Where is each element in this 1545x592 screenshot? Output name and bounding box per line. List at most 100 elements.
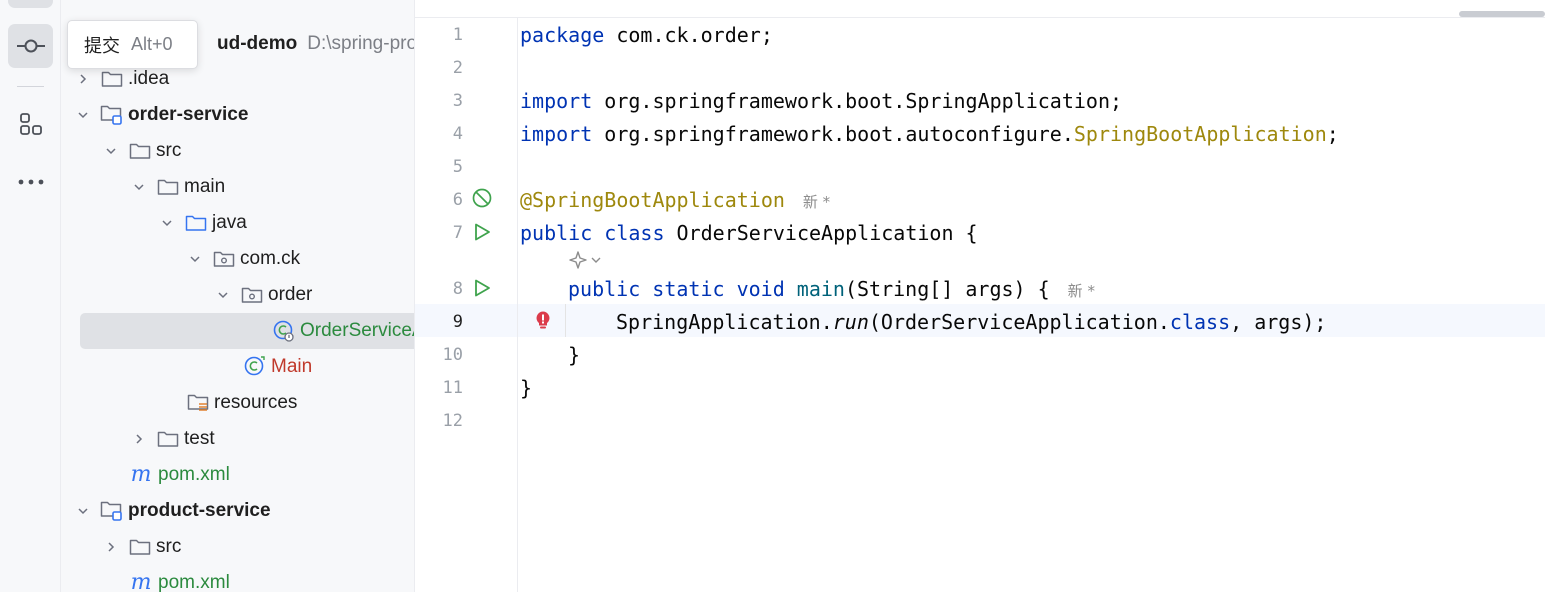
chevron-down-icon xyxy=(591,257,601,263)
chevron-down-icon[interactable] xyxy=(158,214,176,232)
tree-item-label: product-service xyxy=(128,500,271,521)
tree-item-label: src xyxy=(156,140,182,161)
tree-item-label: Main xyxy=(271,356,313,377)
line-number: 3 xyxy=(452,91,463,111)
tree-item-label: java xyxy=(212,212,247,233)
line-number: 10 xyxy=(442,345,463,365)
tree-item-label: order xyxy=(268,284,313,305)
horizontal-scrollbar[interactable] xyxy=(1459,11,1545,17)
line-number: 12 xyxy=(442,411,463,431)
tree-item-label: order-service xyxy=(128,104,249,125)
tooltip-label: 提交 xyxy=(84,35,120,57)
chevron-right-icon[interactable] xyxy=(74,70,92,88)
source-folder-icon xyxy=(184,211,208,235)
activity-bar xyxy=(0,0,61,592)
gutter-divider xyxy=(517,18,518,592)
chevron-right-icon[interactable] xyxy=(130,430,148,448)
line-number: 11 xyxy=(442,378,463,398)
class-icon xyxy=(243,355,267,379)
code-line-6: @SpringBootApplication 新 * xyxy=(520,188,831,212)
indent-guide xyxy=(565,304,566,337)
tree-item-resources[interactable]: resources xyxy=(61,385,414,421)
folder-icon xyxy=(128,139,152,163)
tree-item-label: com.ck xyxy=(240,248,301,269)
line-number: 8 xyxy=(452,279,463,299)
tree-item-product-service[interactable]: product-service xyxy=(61,493,414,529)
structure-icon xyxy=(19,113,42,135)
activity-separator xyxy=(17,86,44,87)
spring-boot-class-icon xyxy=(272,319,296,343)
tree-item-label: pom.xml xyxy=(158,464,230,485)
commit-tooltip: 提交 Alt+0 xyxy=(67,20,198,69)
tree-item-order-service-application[interactable]: OrderServiceA xyxy=(80,313,415,349)
tree-item-pom-xml[interactable]: m pom.xml xyxy=(61,457,414,493)
line-number: 4 xyxy=(452,124,463,144)
tree-item-main[interactable]: main xyxy=(61,169,414,205)
code-editor[interactable]: 1 2 3 4 5 6 7 8 9 10 11 12 package com.c… xyxy=(415,0,1545,592)
line-number: 1 xyxy=(452,25,463,45)
chevron-right-icon[interactable] xyxy=(102,538,120,556)
resources-folder-icon xyxy=(186,391,210,415)
chevron-down-icon[interactable] xyxy=(74,502,92,520)
author-hint: 新 * xyxy=(802,193,831,211)
package-icon xyxy=(240,283,264,307)
folder-icon xyxy=(156,427,180,451)
code-line-9: SpringApplication.run(OrderServiceApplic… xyxy=(616,310,1327,334)
folder-icon xyxy=(100,67,124,91)
run-icon[interactable] xyxy=(471,221,493,243)
no-beans-icon[interactable] xyxy=(471,187,493,209)
structure-tool-button[interactable] xyxy=(8,102,53,146)
folder-icon xyxy=(156,175,180,199)
line-number: 9 xyxy=(452,312,463,332)
code-line-8: public static void main(String[] args) {… xyxy=(568,277,1095,301)
chevron-down-icon[interactable] xyxy=(214,286,232,304)
maven-icon: m xyxy=(130,462,152,487)
tree-root-path: D:\spring-proje xyxy=(307,33,414,54)
folder-icon xyxy=(128,535,152,559)
run-icon[interactable] xyxy=(471,277,493,299)
module-folder-icon xyxy=(100,103,124,127)
tree-item-order[interactable]: order xyxy=(61,277,414,313)
tree-item-order-service[interactable]: order-service xyxy=(61,97,414,133)
tree-item-src[interactable]: src xyxy=(61,529,414,565)
tree-item-com-ck[interactable]: com.ck xyxy=(61,241,414,277)
tree-item-label: main xyxy=(184,176,226,197)
chevron-down-icon[interactable] xyxy=(130,178,148,196)
line-number: 5 xyxy=(452,157,463,177)
code-line-4: import org.springframework.boot.autoconf… xyxy=(520,122,1339,146)
code-line-10: } xyxy=(568,343,581,367)
code-line-1: package com.ck.order; xyxy=(520,23,773,47)
tree-item-pom-xml[interactable]: m pom.xml xyxy=(61,565,414,592)
author-hint: 新 * xyxy=(1067,282,1095,300)
tree-item-test[interactable]: test xyxy=(61,421,414,457)
ai-assistant-hint[interactable] xyxy=(568,250,602,270)
tree-item-java[interactable]: java xyxy=(61,205,414,241)
line-number: 7 xyxy=(452,223,463,243)
chevron-down-icon[interactable] xyxy=(74,106,92,124)
tree-item-label: test xyxy=(184,428,215,449)
more-tool-button[interactable] xyxy=(8,160,53,204)
tree-item-main-class[interactable]: Main xyxy=(61,349,414,385)
error-bulb-icon[interactable] xyxy=(533,310,553,330)
tree-item-label: OrderServiceA xyxy=(300,320,415,341)
code-line-11: } xyxy=(520,376,533,400)
code-line-3: import org.springframework.boot.SpringAp… xyxy=(520,89,1123,113)
commit-tool-button[interactable] xyxy=(8,24,53,68)
project-tool-button[interactable] xyxy=(8,0,53,8)
project-tree: ud-demo D:\spring-proje .idea order-serv… xyxy=(61,0,415,592)
tree-root-label: ud-demo xyxy=(217,33,298,54)
tree-item-label: pom.xml xyxy=(158,572,230,592)
package-icon xyxy=(212,247,236,271)
code-line-7: public class OrderServiceApplication { xyxy=(520,221,978,245)
maven-icon: m xyxy=(130,570,152,592)
line-number: 2 xyxy=(452,58,463,78)
editor-top-bar xyxy=(415,0,1545,18)
chevron-down-icon[interactable] xyxy=(186,250,204,268)
chevron-down-icon[interactable] xyxy=(102,142,120,160)
commit-icon xyxy=(16,39,45,53)
tree-item-src[interactable]: src xyxy=(61,133,414,169)
tooltip-shortcut: Alt+0 xyxy=(131,34,173,54)
tree-item-label: src xyxy=(156,536,182,557)
tree-item-label: .idea xyxy=(128,68,170,89)
tree-item-label: resources xyxy=(214,392,298,413)
